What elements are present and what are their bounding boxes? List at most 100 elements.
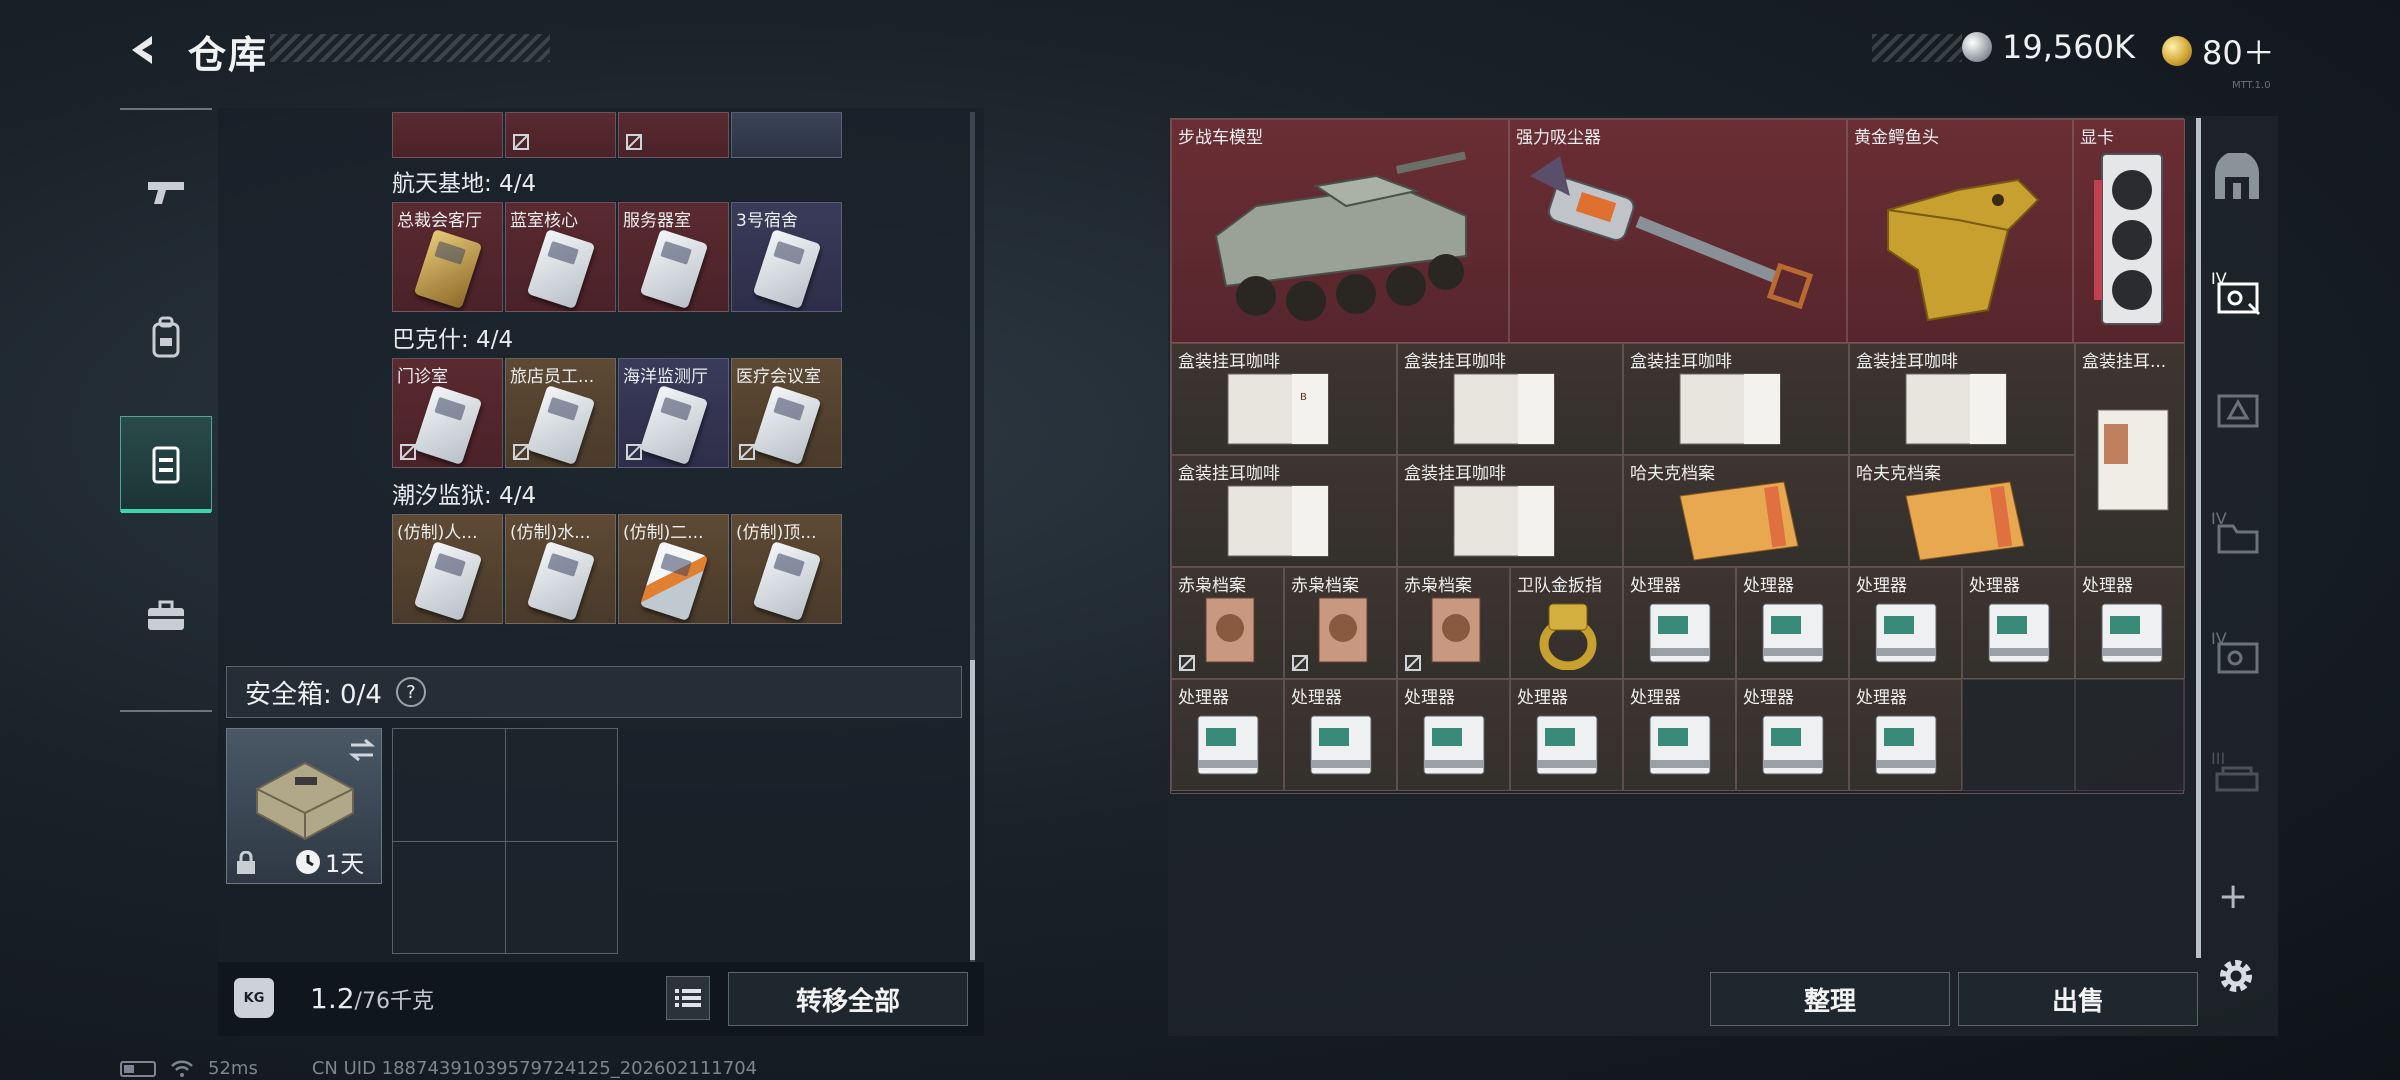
keycard-item[interactable]: (仿制)人... [392, 514, 503, 624]
grid-item-processor[interactable]: 处理器 [1962, 567, 2075, 679]
grid-item-processor[interactable]: 处理器 [1849, 567, 1962, 679]
grid-item-coffee[interactable]: 盒装挂耳咖啡 [1623, 343, 1849, 455]
grid-item-coffee[interactable]: 盒装挂耳咖啡 B [1171, 343, 1397, 455]
keycard-item[interactable]: 门诊室 [392, 358, 503, 468]
grid-item-processor[interactable]: 处理器 [2075, 567, 2185, 679]
left-scrollbar[interactable] [970, 112, 975, 962]
storage-grid: 步战车模型 强力吸尘器 黄金鳄鱼头 显卡 盒装挂耳咖啡 B 盒装挂耳咖啡 盒装挂… [1170, 118, 2185, 794]
gun-icon [148, 182, 184, 204]
keycard-item[interactable]: 蓝室核心 [505, 202, 616, 312]
storage-scrollbar[interactable] [2196, 118, 2201, 958]
storage-key-icon: IV [2211, 629, 2259, 674]
safe-box-slots[interactable] [392, 728, 618, 954]
grid-item-processor[interactable]: 处理器 [1623, 679, 1736, 791]
grid-item-vacuum[interactable]: 强力吸尘器 [1509, 119, 1847, 343]
item-name: 服务器室 [623, 211, 691, 231]
grid-item-red-owl-file[interactable]: 赤枭档案 [1397, 567, 1510, 679]
storage-tab-key[interactable]: IV [2204, 604, 2270, 700]
grid-item-processor[interactable]: 处理器 [1736, 567, 1849, 679]
processor-image [1875, 715, 1937, 775]
keycard-item[interactable]: (仿制)二... [618, 514, 729, 624]
item-card[interactable] [505, 112, 616, 158]
add-storage-button[interactable]: + [2218, 876, 2248, 917]
storage-tab-alert[interactable] [2204, 360, 2270, 456]
keycard-item[interactable]: 3号宿舍 [731, 202, 842, 312]
help-button[interactable]: ? [395, 677, 426, 707]
keycard-image [752, 384, 822, 466]
item-name: 3号宿舍 [736, 211, 798, 231]
keycard-item[interactable]: (仿制)顶... [731, 514, 842, 624]
keycard-image [752, 228, 822, 310]
grid-item-processor[interactable]: 处理器 [1397, 679, 1510, 791]
back-button[interactable] [118, 26, 166, 74]
grid-item-coffee[interactable]: 盒装挂耳咖啡 [1397, 455, 1623, 567]
processor-image [1197, 715, 1259, 775]
storage-folder-icon: IV [2211, 509, 2259, 554]
nav-containers[interactable] [120, 416, 212, 513]
left-nav [120, 108, 212, 712]
keycard-item[interactable]: 旅店员工... [505, 358, 616, 468]
grid-item-gold-ring[interactable]: 卫队金扳指 [1510, 567, 1623, 679]
item-name: (仿制)水... [510, 523, 591, 543]
item-card[interactable] [731, 112, 842, 158]
nav-weapons[interactable] [120, 144, 212, 240]
no-drop-icon [1292, 655, 1308, 671]
keycard-item[interactable]: 总裁会客厅 [392, 202, 503, 312]
grid-item-processor[interactable]: 处理器 [1510, 679, 1623, 791]
item-card[interactable] [392, 112, 503, 158]
processor-image [1310, 715, 1372, 775]
grid-item-coffee-tall[interactable]: 盒装挂耳... [2075, 343, 2185, 567]
storage-tab-folder[interactable]: IV [2204, 484, 2270, 580]
grid-item-haavk-file[interactable]: 哈夫克档案 [1623, 455, 1849, 567]
safe-box-item[interactable]: 1天 [226, 728, 382, 884]
grid-item-processor[interactable]: 处理器 [1623, 567, 1736, 679]
item-name: (仿制)二... [623, 523, 704, 543]
grid-item-coffee[interactable]: 盒装挂耳咖啡 [1171, 455, 1397, 567]
coffee-box-image [1679, 373, 1781, 445]
grid-item-processor[interactable]: 处理器 [1736, 679, 1849, 791]
grid-item-haavk-file[interactable]: 哈夫克档案 [1849, 455, 2075, 567]
grid-item-red-owl-file[interactable]: 赤枭档案 [1284, 567, 1397, 679]
list-view-button[interactable] [666, 976, 710, 1020]
storage-tab-main[interactable] [2204, 130, 2270, 226]
coffee-box-image: B [1227, 373, 1329, 445]
processor-image [1762, 603, 1824, 663]
grid-item-processor[interactable]: 处理器 [1171, 679, 1284, 791]
version-mark: MTT.1.0 [2232, 80, 2271, 91]
keycard-item[interactable]: 服务器室 [618, 202, 729, 312]
sort-button[interactable]: 整理 [1710, 972, 1950, 1026]
transfer-all-button[interactable]: 转移全部 [728, 972, 968, 1026]
storage-tab-3[interactable]: III [2204, 724, 2270, 820]
nav-equipment[interactable] [120, 290, 212, 386]
grid-item-golden-croc-head[interactable]: 黄金鳄鱼头 [1847, 119, 2073, 343]
grid-item-coffee[interactable]: 盒装挂耳咖啡 [1397, 343, 1623, 455]
keycard-item[interactable]: 海洋监测厅 [618, 358, 729, 468]
grid-item-processor[interactable]: 处理器 [1849, 679, 1962, 791]
item-card[interactable] [618, 112, 729, 158]
svg-text:B: B [1300, 392, 1307, 403]
page-title: 仓库 [188, 33, 269, 77]
svg-text:III: III [2211, 749, 2225, 768]
keycard-item[interactable]: 医疗会议室 [731, 358, 842, 468]
section-items: 门诊室 旅店员工... 海洋监测厅 医疗会议室 [392, 358, 842, 468]
grid-item-gpu[interactable]: 显卡 [2073, 119, 2185, 343]
gold-currency[interactable]: 80＋ [2162, 28, 2275, 74]
nav-toolbox[interactable] [120, 568, 212, 664]
swap-icon[interactable] [347, 737, 377, 763]
storage-tab-4[interactable]: IV [2204, 244, 2270, 340]
battery-icon [120, 1060, 156, 1077]
grid-item-ifv-model[interactable]: 步战车模型 [1171, 119, 1509, 343]
storage-tray-icon: III [2211, 749, 2259, 792]
keycard-item[interactable]: (仿制)水... [505, 514, 616, 624]
partial-item-row [392, 112, 842, 158]
empty-slot[interactable] [2075, 679, 2185, 791]
settings-button[interactable] [2214, 954, 2258, 998]
safe-box-duration: 1天 [295, 844, 364, 879]
grid-item-coffee[interactable]: 盒装挂耳咖啡 [1849, 343, 2075, 455]
ping-text: 52ms [208, 1058, 258, 1079]
grid-item-red-owl-file[interactable]: 赤枭档案 [1171, 567, 1284, 679]
sell-button[interactable]: 出售 [1958, 972, 2198, 1026]
grid-item-processor[interactable]: 处理器 [1284, 679, 1397, 791]
storage-alert-icon [2217, 394, 2259, 428]
empty-slot[interactable] [1962, 679, 2075, 791]
